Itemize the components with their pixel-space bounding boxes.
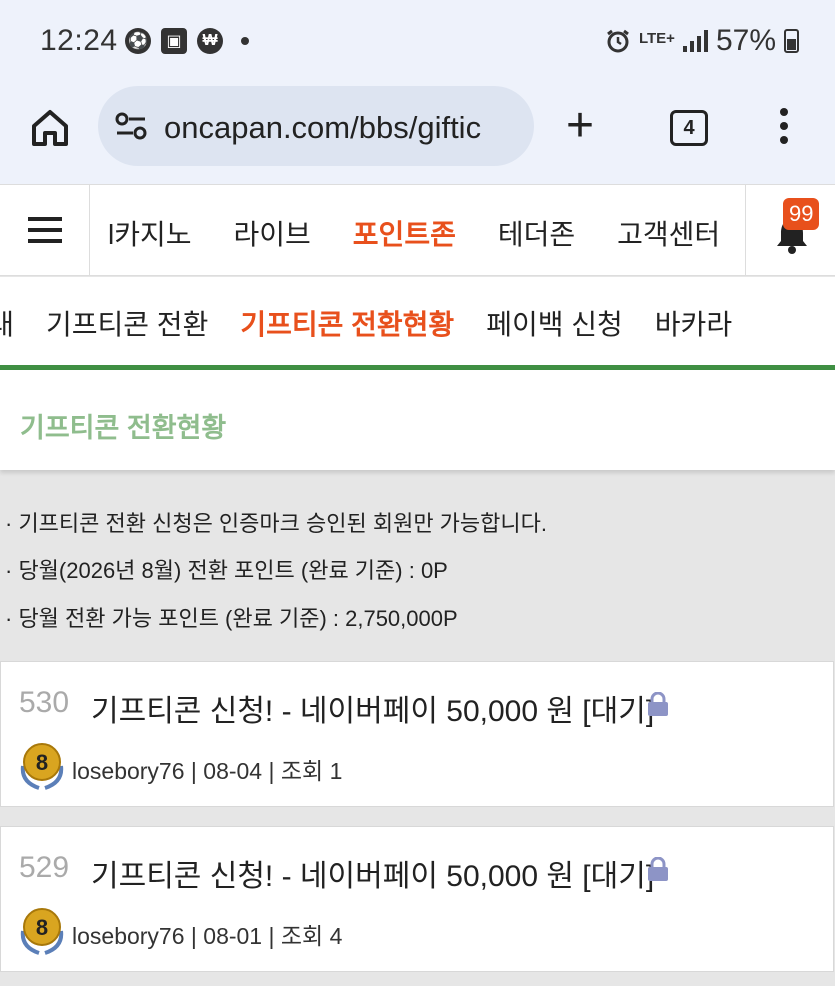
list-item[interactable]: 529 기프티콘 신청! - 네이버페이 50,000 원 [대기] 8 los… bbox=[0, 826, 834, 972]
nav-item-customer-center[interactable]: 고객센터 bbox=[617, 213, 720, 253]
network-type: LTE+ bbox=[638, 29, 675, 47]
soccer-ball-icon: ⚽ bbox=[125, 28, 151, 54]
page-title: 기프티콘 전환현황 bbox=[20, 413, 227, 443]
browser-toolbar: oncapan.com/bbs/giftic + 4 bbox=[0, 84, 835, 184]
post-number: 529 bbox=[19, 851, 70, 884]
site-settings-icon[interactable] bbox=[114, 112, 148, 140]
subnav-item-trade[interactable]: l래 bbox=[0, 303, 14, 343]
won-icon: ₩ bbox=[197, 28, 223, 54]
status-time: 12:24 bbox=[40, 24, 118, 57]
main-nav: l카지노 라이브 포인트존 테더존 고객센터 99 bbox=[0, 184, 835, 276]
tab-switcher-button[interactable]: 4 bbox=[670, 110, 708, 146]
alarm-icon bbox=[607, 29, 629, 53]
post-meta: losebory76 | 08-01 | 조회 4 bbox=[72, 923, 343, 949]
level-medal-icon: 8 bbox=[20, 743, 64, 790]
post-title[interactable]: 기프티콘 신청! - 네이버페이 50,000 원 [대기] bbox=[91, 686, 654, 730]
list-item[interactable]: 530 기프티콘 신청! - 네이버페이 50,000 원 [대기] 8 los… bbox=[0, 661, 834, 807]
image-icon: ▣ bbox=[161, 28, 187, 54]
more-notifications-dot-icon bbox=[241, 37, 249, 45]
nav-item-casino[interactable]: l카지노 bbox=[108, 213, 192, 253]
post-meta: losebory76 | 08-04 | 조회 1 bbox=[72, 758, 343, 784]
address-bar[interactable]: oncapan.com/bbs/giftic bbox=[98, 86, 534, 166]
notification-button[interactable]: 99 bbox=[745, 185, 835, 275]
browser-menu-icon[interactable] bbox=[780, 108, 788, 144]
nav-item-pointzone[interactable]: 포인트존 bbox=[353, 213, 456, 253]
level-number: 8 bbox=[36, 750, 48, 775]
subnav-item-baccarat[interactable]: 바카라 bbox=[655, 303, 732, 343]
hamburger-menu-icon[interactable] bbox=[0, 185, 90, 275]
signal-icon bbox=[682, 30, 708, 52]
sub-nav: l래 기프티콘 전환 기프티콘 전환현황 페이백 신청 바카라 bbox=[0, 277, 835, 365]
page-header: 기프티콘 전환현황 bbox=[0, 370, 835, 470]
notification-badge: 99 bbox=[783, 198, 820, 230]
new-tab-icon[interactable]: + bbox=[566, 102, 594, 150]
lock-icon bbox=[648, 857, 668, 881]
nav-item-live[interactable]: 라이브 bbox=[234, 213, 311, 253]
subnav-item-gifticon-status[interactable]: 기프티콘 전환현황 bbox=[240, 303, 454, 343]
subnav-item-payback[interactable]: 페이백 신청 bbox=[486, 303, 623, 343]
notice-line: · 당월 전환 가능 포인트 (완료 기준) : 2,750,000P bbox=[5, 606, 458, 631]
level-medal-icon: 8 bbox=[20, 908, 64, 955]
status-bar: 12:24 ⚽ ▣ ₩ LTE+ 57% bbox=[0, 0, 835, 84]
post-number: 530 bbox=[19, 686, 70, 719]
notice-line: · 기프티콘 전환 신청은 인증마크 승인된 회원만 가능합니다. bbox=[5, 511, 547, 536]
post-title[interactable]: 기프티콘 신청! - 네이버페이 50,000 원 [대기] bbox=[91, 851, 654, 895]
home-icon[interactable] bbox=[28, 106, 72, 150]
battery-icon bbox=[784, 29, 799, 53]
nav-item-tetherzone[interactable]: 테더존 bbox=[498, 213, 575, 253]
level-number: 8 bbox=[36, 915, 48, 940]
url-text: oncapan.com/bbs/giftic bbox=[164, 110, 482, 145]
notice-line: · 당월(2026년 8월) 전환 포인트 (완료 기준) : 0P bbox=[5, 558, 448, 583]
battery-percent: 57% bbox=[715, 24, 776, 57]
subnav-item-gifticon-convert[interactable]: 기프티콘 전환 bbox=[46, 303, 208, 343]
lock-icon bbox=[648, 692, 668, 716]
